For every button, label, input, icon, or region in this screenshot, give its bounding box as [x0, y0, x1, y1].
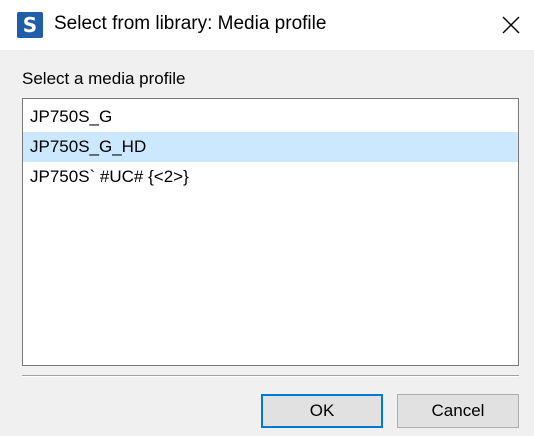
list-item[interactable]: JP750S_G — [23, 102, 518, 132]
app-logo-icon: S — [17, 12, 43, 38]
media-profile-listbox[interactable]: JP750S_G JP750S_G_HD JP750S` #UC# {<2>} — [22, 98, 519, 366]
list-item[interactable]: JP750S_G_HD — [23, 132, 518, 162]
cancel-button[interactable]: Cancel — [397, 394, 519, 428]
window-title: Select from library: Media profile — [54, 13, 327, 34]
bottom-edge — [0, 428, 534, 436]
list-item[interactable]: JP750S` #UC# {<2>} — [23, 162, 518, 192]
close-icon — [502, 16, 520, 34]
select-media-profile-dialog: S Select from library: Media profile Sel… — [0, 0, 534, 436]
separator — [22, 375, 519, 377]
title-bar: S Select from library: Media profile — [0, 0, 534, 50]
ok-button[interactable]: OK — [261, 394, 383, 428]
select-profile-label: Select a media profile — [22, 69, 186, 88]
close-button[interactable] — [490, 6, 528, 44]
